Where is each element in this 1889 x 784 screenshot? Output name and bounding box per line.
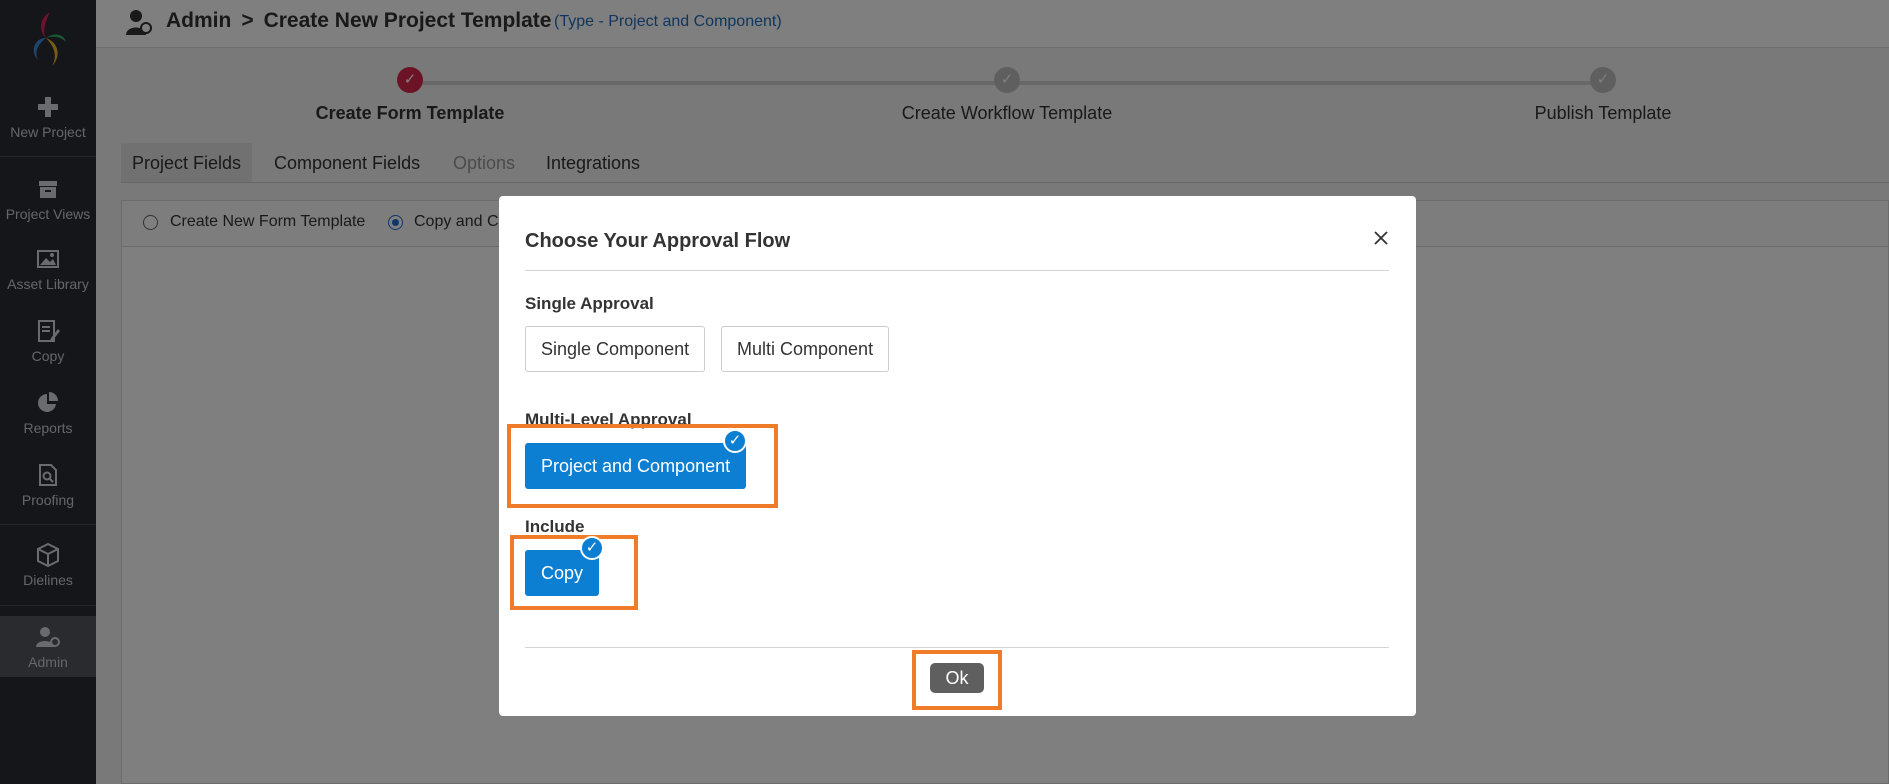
multi-component-button[interactable]: Multi Component [721, 326, 890, 372]
modal-header-divider [525, 270, 1389, 271]
modal-footer-divider [525, 647, 1389, 648]
single-component-button[interactable]: Single Component [525, 326, 706, 372]
project-and-component-button[interactable]: Project and Component [525, 443, 747, 489]
approval-flow-modal: Choose Your Approval Flow Single Approva… [499, 196, 1416, 716]
single-approval-label: Single Approval [525, 294, 654, 313]
include-label: Include [525, 517, 585, 536]
selected-check-icon: ✓ [580, 536, 604, 560]
close-icon[interactable] [1371, 228, 1391, 248]
modal-title: Choose Your Approval Flow [525, 230, 791, 252]
ok-button[interactable]: Ok [930, 663, 984, 693]
selected-check-icon: ✓ [723, 429, 747, 453]
